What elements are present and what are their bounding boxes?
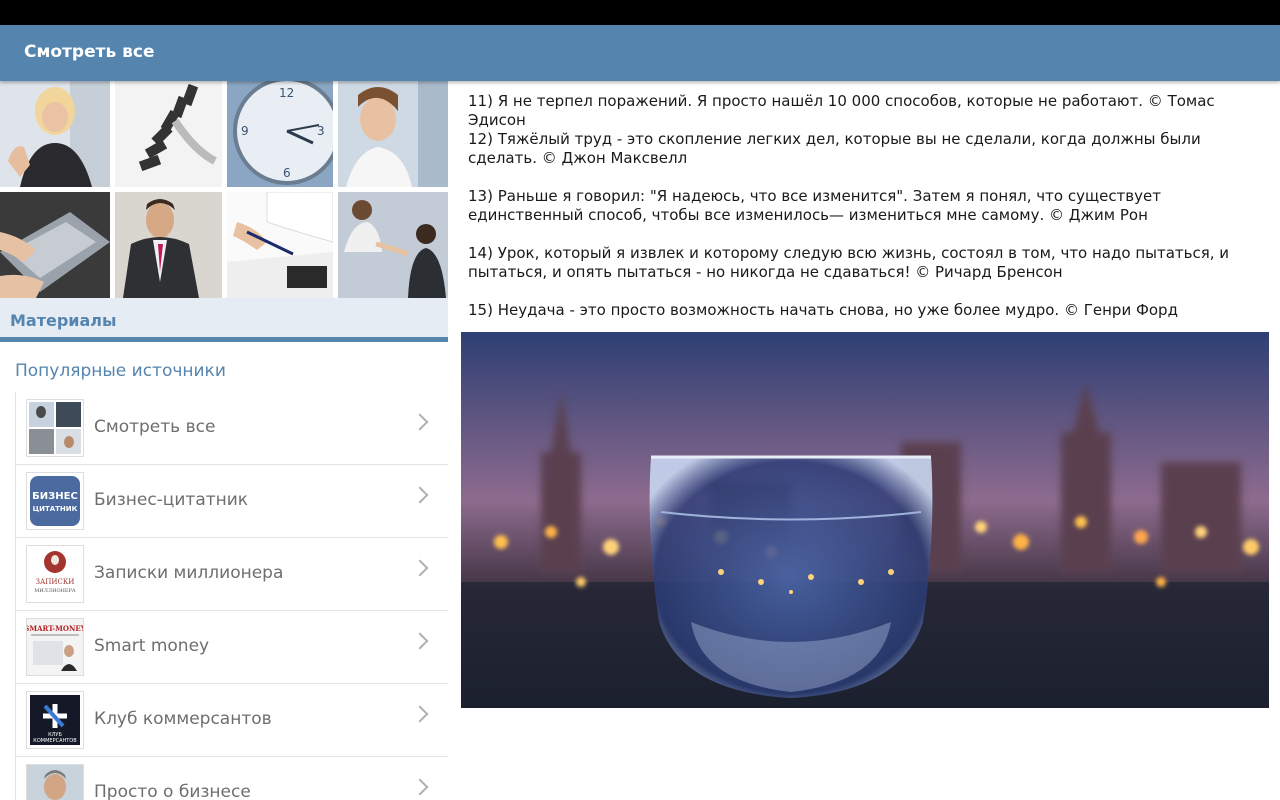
source-label: Записки миллионера <box>94 563 284 583</box>
chevron-right-icon <box>411 486 429 504</box>
chevron-right-icon <box>411 559 429 577</box>
chevron-right-icon <box>411 778 429 796</box>
chevron-right-icon <box>411 413 429 431</box>
chevron-right-icon <box>411 632 429 650</box>
page-title[interactable]: Смотреть все <box>24 42 155 62</box>
source-item-millionaire-notes[interactable]: ЗАПИСКИ МИЛЛИОНЕРА Записки миллионера <box>15 538 448 611</box>
laptop-hands-photo <box>0 192 110 298</box>
action-bar: Смотреть все <box>0 25 1280 81</box>
popular-sources-label: Популярные источники <box>15 361 226 381</box>
merchants-club-logo-icon: КЛУБ КОММЕРСАНТОВ <box>26 691 84 749</box>
left-panel: 12 3 6 9 Материалы Популярные источники … <box>0 81 448 800</box>
source-item-simply-business[interactable]: Просто о бизнесе <box>15 757 448 800</box>
quote-text: 15) Неудача - это просто возможность нач… <box>468 301 1178 319</box>
content-panel: 11) Я не терпел поражений. Я просто нашё… <box>461 81 1280 800</box>
handshake-photo <box>338 192 448 298</box>
svg-text:6: 6 <box>283 166 291 180</box>
quote-text: 14) Урок, который я извлек и которому сл… <box>468 244 1230 281</box>
source-item-view-all[interactable]: Смотреть все <box>15 392 448 465</box>
source-item-smart-money[interactable]: SMART-MONEY Smart money <box>15 611 448 684</box>
source-item-merchants-club[interactable]: КЛУБ КОММЕРСАНТОВ Клуб коммерсантов <box>15 684 448 757</box>
quote-text: 13) Раньше я говорил: "Я надеюсь, что вс… <box>468 187 1161 224</box>
chevron-right-icon <box>411 705 429 723</box>
source-item-business-quotes[interactable]: БИЗНЕС ЦИТАТНИК Бизнес-цитатник <box>15 465 448 538</box>
source-label: Бизнес-цитатник <box>94 490 249 510</box>
thumb-text: ЦИТАТНИК <box>33 505 78 513</box>
source-label: Смотреть все <box>94 417 216 437</box>
source-label: Smart money <box>94 636 210 656</box>
source-label: Просто о бизнесе <box>94 782 251 800</box>
source-label: Клуб коммерсантов <box>94 709 272 729</box>
thumb-text: БИЗНЕС <box>32 491 78 502</box>
thumb-text: КОММЕРСАНТОВ <box>33 738 77 744</box>
signing-document-photo <box>227 192 333 298</box>
business-quotes-logo-icon: БИЗНЕС ЦИТАТНИК <box>26 472 84 530</box>
source-list: Смотреть все БИЗНЕС ЦИТАТНИК Бизнес-цита… <box>15 392 448 800</box>
header-collage: 12 3 6 9 <box>0 81 448 298</box>
millionaire-notes-logo-icon: ЗАПИСКИ МИЛЛИОНЕРА <box>26 545 84 603</box>
materials-header: Материалы <box>0 298 448 342</box>
clock-photo: 12 3 6 9 <box>227 81 333 187</box>
svg-text:12: 12 <box>279 86 294 100</box>
thumb-text: ЗАПИСКИ <box>36 578 75 586</box>
materials-label: Материалы <box>10 311 117 330</box>
svg-text:9: 9 <box>241 124 249 138</box>
smart-money-logo-icon: SMART-MONEY <box>26 618 84 676</box>
woman-glasses-photo <box>338 81 448 187</box>
collage-thumbnail-icon <box>26 399 84 457</box>
glass-night-city-photo <box>461 332 1269 708</box>
businessman-photo <box>115 192 222 298</box>
businesswoman-photo <box>0 81 110 187</box>
thumb-text: МИЛЛИОНЕРА <box>34 588 76 594</box>
quote-text: 11) Я не терпел поражений. Я просто нашё… <box>468 92 1215 129</box>
dominoes-photo <box>115 81 222 187</box>
status-bar <box>0 0 1280 25</box>
person-photo-icon <box>26 764 84 800</box>
thumb-text: SMART-MONEY <box>27 624 83 633</box>
quote-text: 12) Тяжёлый труд - это скопление легких … <box>468 130 1201 167</box>
